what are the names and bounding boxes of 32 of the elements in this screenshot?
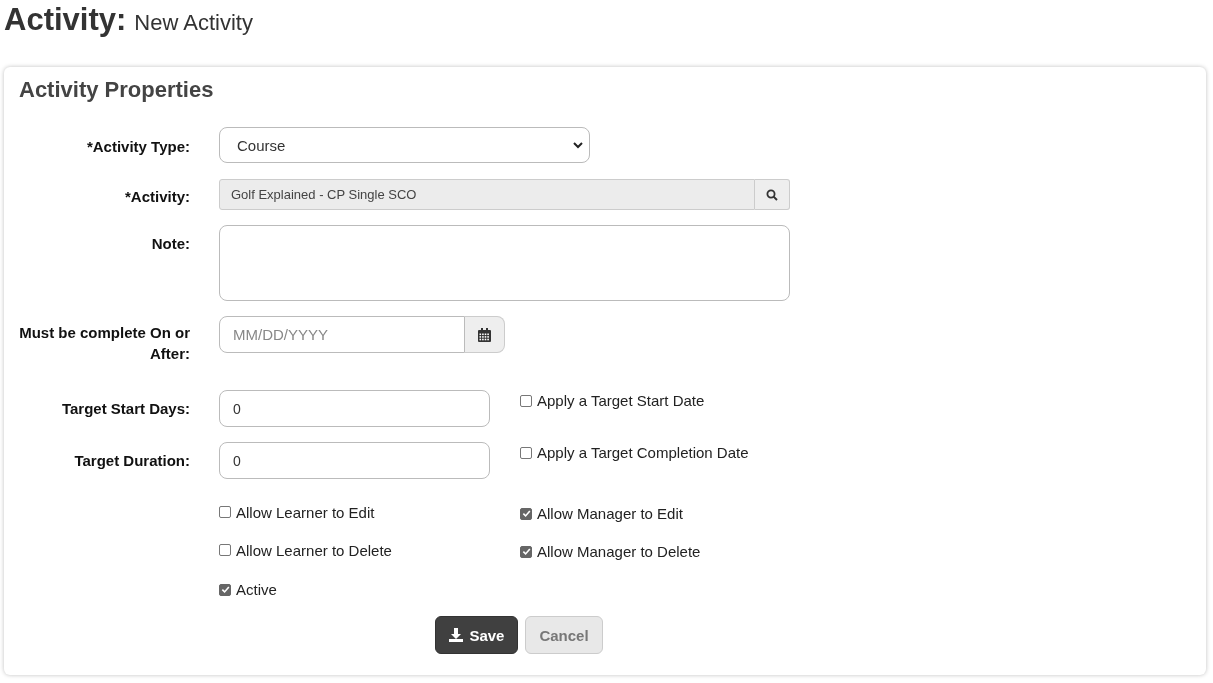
- field-label: *Activity:: [123, 187, 190, 207]
- search-icon: [766, 188, 778, 201]
- search-button[interactable]: [755, 179, 790, 210]
- activity-type-select[interactable]: Course: [219, 127, 590, 163]
- field-label: Target Start Days:: [60, 399, 190, 419]
- calendar-icon: [478, 327, 491, 342]
- checkbox-box[interactable]: [219, 506, 231, 519]
- checkbox-box[interactable]: [219, 544, 231, 557]
- checkbox[interactable]: Active: [219, 581, 277, 598]
- date-field[interactable]: MM/DD/YYYY: [219, 316, 465, 353]
- field-label: Must be complete On or After:: [19, 323, 190, 364]
- checkbox-label: Active: [236, 581, 277, 598]
- number-field[interactable]: 0: [219, 390, 490, 427]
- cancel-button[interactable]: Cancel: [525, 616, 603, 654]
- field-label: Note:: [150, 234, 190, 254]
- checkbox-box[interactable]: [219, 583, 231, 596]
- download-icon: [449, 628, 464, 642]
- panel-title: Activity Properties: [19, 77, 215, 103]
- field-label: *Activity Type:: [85, 137, 190, 157]
- chevron-down-icon: [573, 141, 583, 149]
- activity-field: Golf Explained - CP Single SCO: [219, 179, 755, 210]
- calendar-button[interactable]: [465, 316, 505, 353]
- checkbox-box[interactable]: [520, 545, 532, 558]
- page-heading: Activity:: [4, 2, 127, 38]
- checkbox-box[interactable]: [520, 394, 532, 407]
- number-field[interactable]: 0: [219, 442, 490, 479]
- page-subtitle: New Activity: [134, 10, 253, 36]
- note-field[interactable]: [219, 225, 790, 301]
- checkbox-box[interactable]: [520, 446, 532, 459]
- checkbox-box[interactable]: [520, 507, 532, 520]
- field-label: Target Duration:: [73, 451, 190, 471]
- save-button[interactable]: Save: [435, 616, 519, 654]
